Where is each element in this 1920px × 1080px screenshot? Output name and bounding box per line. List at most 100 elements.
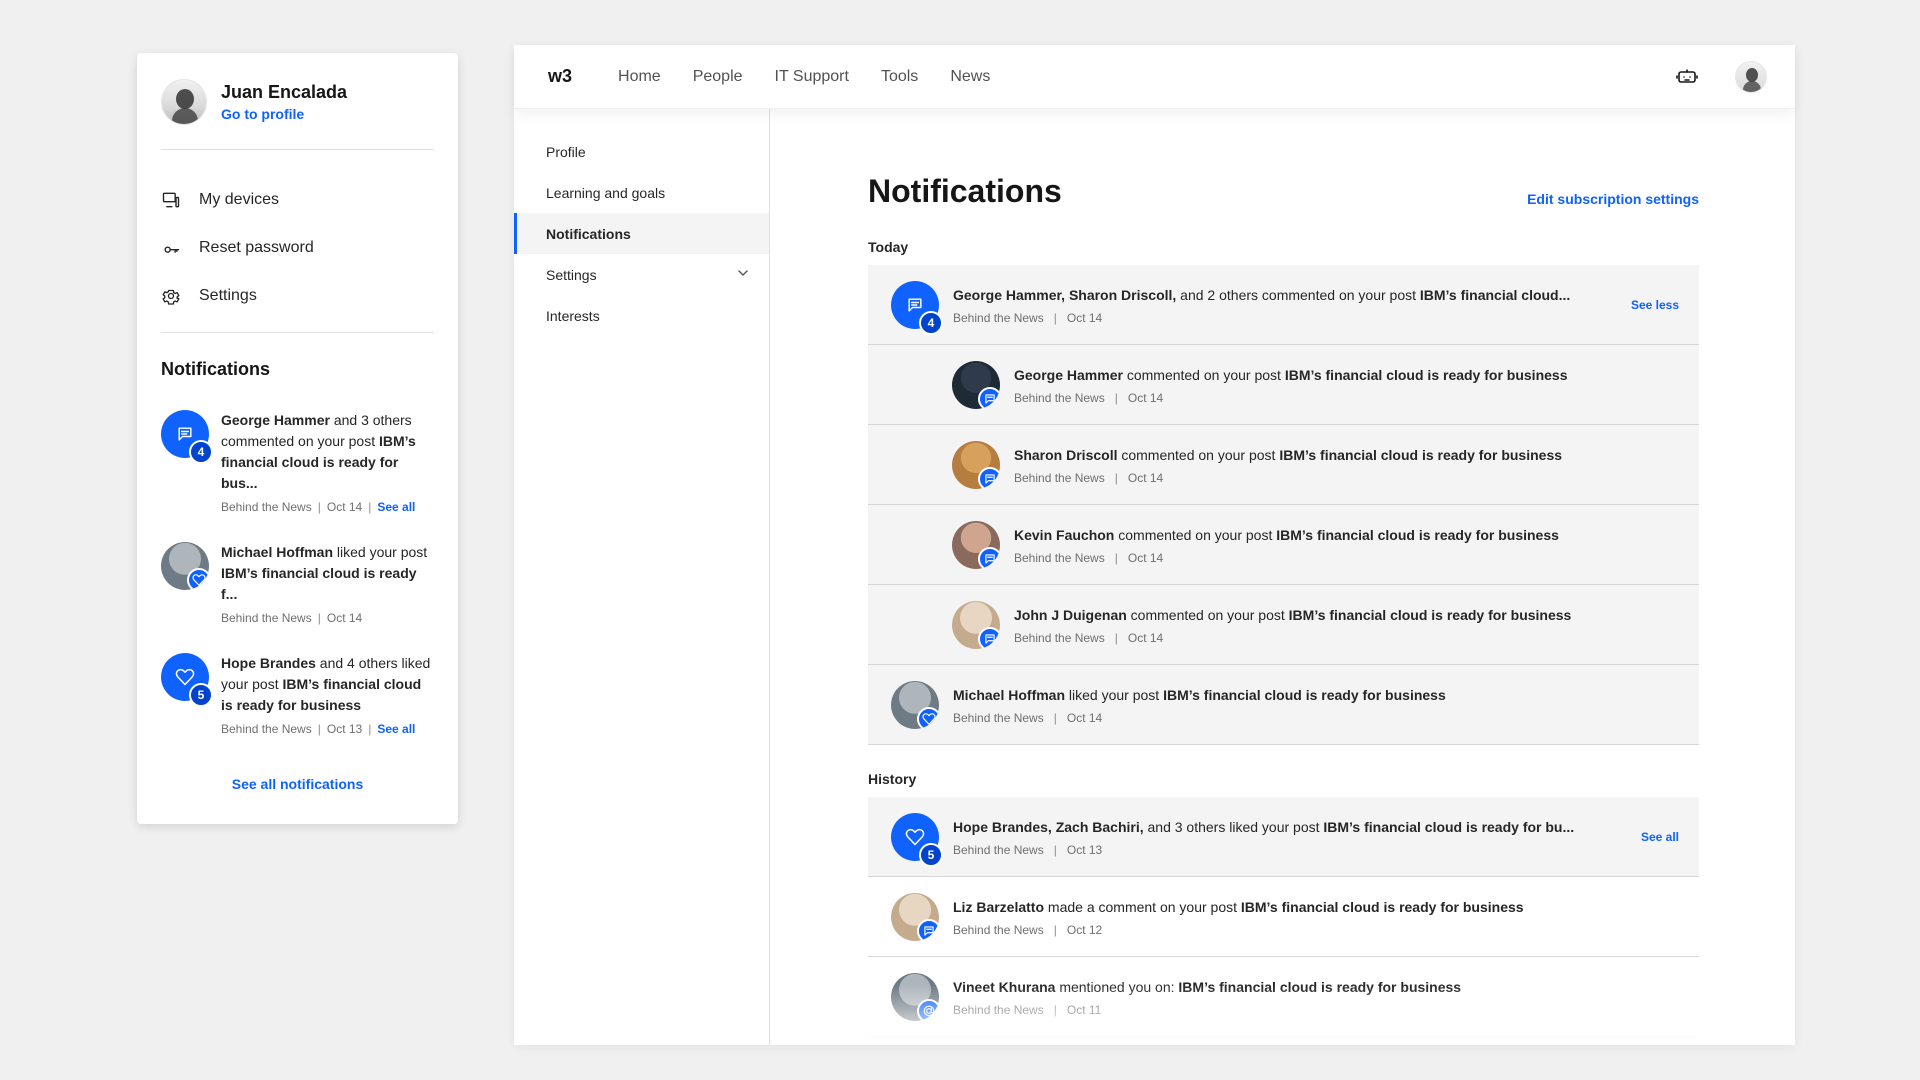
notification-line2: Behind the News | Oct 14 (1014, 631, 1679, 645)
notification-lead: George Hammer, Sharon Driscoll, (953, 286, 1177, 303)
chat-icon (175, 424, 195, 444)
app-content: Profile Learning and goals Notifications… (514, 109, 1795, 1045)
notification-row[interactable]: John J Duigenan commented on your post I… (868, 585, 1699, 665)
notification-meta: Behind the News | Oct 13 | See all (221, 722, 434, 736)
notification-row[interactable]: Kevin Fauchon commented on your post IBM… (868, 505, 1699, 585)
brand-logo[interactable]: w3 (548, 66, 572, 87)
key-icon (161, 238, 181, 258)
sidenav-item-notifications[interactable]: Notifications (514, 213, 769, 254)
meta-separator: | (1053, 310, 1057, 325)
notification-line2: Behind the News | Oct 14 (1014, 471, 1679, 485)
notification-lead: Michael Hoffman (221, 544, 334, 560)
notification-group-badge: 4 (891, 280, 943, 335)
notification-see-all[interactable]: See all (377, 722, 415, 736)
left-notification-item[interactable]: 4 George Hammer and 3 others commented o… (161, 410, 434, 514)
left-notifications-list: 4 George Hammer and 3 others commented o… (161, 410, 434, 736)
edit-subscription-settings-link[interactable]: Edit subscription settings (1527, 191, 1699, 211)
chat-icon (983, 632, 997, 646)
sidenav-item-interests[interactable]: Interests (514, 295, 769, 336)
notification-source: Behind the News (1014, 390, 1105, 405)
notification-source: Behind the News (953, 310, 1044, 325)
notification-rest: and 2 others commented on your post (1176, 286, 1420, 303)
notification-text-block: Hope Brandes, Zach Bachiri, and 3 others… (953, 817, 1627, 857)
menu-item-settings[interactable]: Settings (161, 272, 434, 320)
notification-line1: Hope Brandes, Zach Bachiri, and 3 others… (953, 817, 1627, 837)
notification-avatar (891, 680, 939, 729)
top-nav-bar: w3 Home People IT Support Tools News (514, 45, 1795, 109)
notification-line1: George Hammer commented on your post IBM… (1014, 365, 1679, 385)
notification-see-all[interactable]: See all (377, 500, 415, 514)
sidenav-item-learning-and-goals[interactable]: Learning and goals (514, 172, 769, 213)
notification-source: Behind the News (1014, 630, 1105, 645)
see-all-link[interactable]: See all (1641, 830, 1679, 844)
comment-badge (978, 546, 1000, 569)
notification-post: IBM’s financial cloud is ready for busin… (1288, 606, 1572, 623)
left-notification-item[interactable]: Michael Hoffman liked your post IBM’s fi… (161, 542, 434, 625)
notification-source: Behind the News (953, 842, 1044, 857)
notification-date: Oct 13 (1066, 842, 1103, 857)
notification-source: Behind the News (221, 722, 312, 736)
notification-text-block: Liz Barzelatto made a comment on your po… (953, 897, 1679, 937)
notification-source: Behind the News (1014, 550, 1105, 565)
left-notifications-title: Notifications (161, 359, 271, 379)
top-actions (1673, 60, 1767, 93)
sidenav-item-profile[interactable]: Profile (514, 131, 769, 172)
notification-lead: Vineet Khurana (953, 978, 1056, 995)
top-nav-tools[interactable]: Tools (881, 68, 918, 86)
top-user-avatar[interactable] (1735, 60, 1767, 93)
comment-badge (917, 918, 939, 941)
w3-app-window: w3 Home People IT Support Tools News Pro… (514, 45, 1795, 1045)
notification-lead: Sharon Driscoll (1014, 446, 1118, 463)
sidenav-label: Settings (546, 266, 597, 283)
notification-line1: Kevin Fauchon commented on your post IBM… (1014, 525, 1679, 545)
notification-source: Behind the News (1014, 470, 1105, 485)
see-less-link[interactable]: See less (1631, 298, 1679, 312)
top-nav-people[interactable]: People (693, 68, 743, 86)
notification-row[interactable]: Liz Barzelatto made a comment on your po… (868, 877, 1699, 957)
notification-row[interactable]: 4 George Hammer, Sharon Driscoll, and 2 … (868, 265, 1699, 345)
notification-line1: George Hammer, Sharon Driscoll, and 2 ot… (953, 285, 1617, 305)
profile-name: Juan Encalada (221, 82, 348, 102)
notification-group-badge: 5 (161, 653, 213, 707)
notification-line1: Michael Hoffman liked your post IBM’s fi… (953, 685, 1679, 705)
left-notification-item[interactable]: 5 Hope Brandes and 4 others liked your p… (161, 653, 434, 736)
menu-item-my-devices[interactable]: My devices (161, 176, 434, 224)
user-avatar[interactable] (161, 79, 207, 125)
sidenav-label: Profile (546, 143, 586, 160)
notification-row[interactable]: George Hammer commented on your post IBM… (868, 345, 1699, 425)
notifications-header: Notifications Edit subscription settings (868, 171, 1699, 211)
assistant-bot-icon[interactable] (1673, 63, 1701, 91)
notification-date: Oct 14 (1066, 310, 1103, 325)
notification-row[interactable]: Sharon Driscoll commented on your post I… (868, 425, 1699, 505)
sidenav-item-settings[interactable]: Settings (514, 254, 769, 295)
notification-post: IBM’s financial cloud is ready for busin… (1240, 898, 1524, 915)
top-nav-home[interactable]: Home (618, 68, 661, 86)
menu-item-reset-password[interactable]: Reset password (161, 224, 434, 272)
comment-badge (978, 626, 1000, 649)
notification-text: Hope Brandes and 4 others liked your pos… (221, 653, 434, 716)
notification-content: Michael Hoffman liked your post IBM’s fi… (221, 542, 434, 625)
notification-date: Oct 14 (1127, 390, 1164, 405)
top-nav-it-support[interactable]: IT Support (775, 68, 849, 86)
meta-separator: | (1053, 710, 1057, 725)
notification-line2: Behind the News | Oct 12 (953, 923, 1679, 937)
notification-avatar (952, 520, 1000, 569)
meta-separator: | (1114, 470, 1118, 485)
see-all-notifications-link[interactable]: See all notifications (161, 776, 434, 792)
notification-source: Behind the News (221, 500, 312, 514)
meta-separator: | (317, 611, 321, 625)
meta-separator: | (317, 500, 321, 514)
notification-row[interactable]: Michael Hoffman liked your post IBM’s fi… (868, 665, 1699, 745)
notification-row[interactable]: Vineet Khurana mentioned you on: IBM’s f… (868, 957, 1699, 1037)
notification-line2: Behind the News | Oct 14 (953, 711, 1679, 725)
menu-item-label: Settings (199, 287, 257, 304)
notification-date: Oct 14 (326, 611, 363, 625)
top-nav-news[interactable]: News (950, 68, 990, 86)
notification-text-block: John J Duigenan commented on your post I… (1014, 605, 1679, 645)
at-icon (922, 1004, 936, 1018)
notification-rest: liked your post (333, 544, 428, 560)
notification-lead: Liz Barzelatto (953, 898, 1045, 915)
go-to-profile-link[interactable]: Go to profile (221, 105, 347, 123)
notification-rest: commented on your post (1117, 446, 1280, 463)
notification-row[interactable]: 5 Hope Brandes, Zach Bachiri, and 3 othe… (868, 797, 1699, 877)
